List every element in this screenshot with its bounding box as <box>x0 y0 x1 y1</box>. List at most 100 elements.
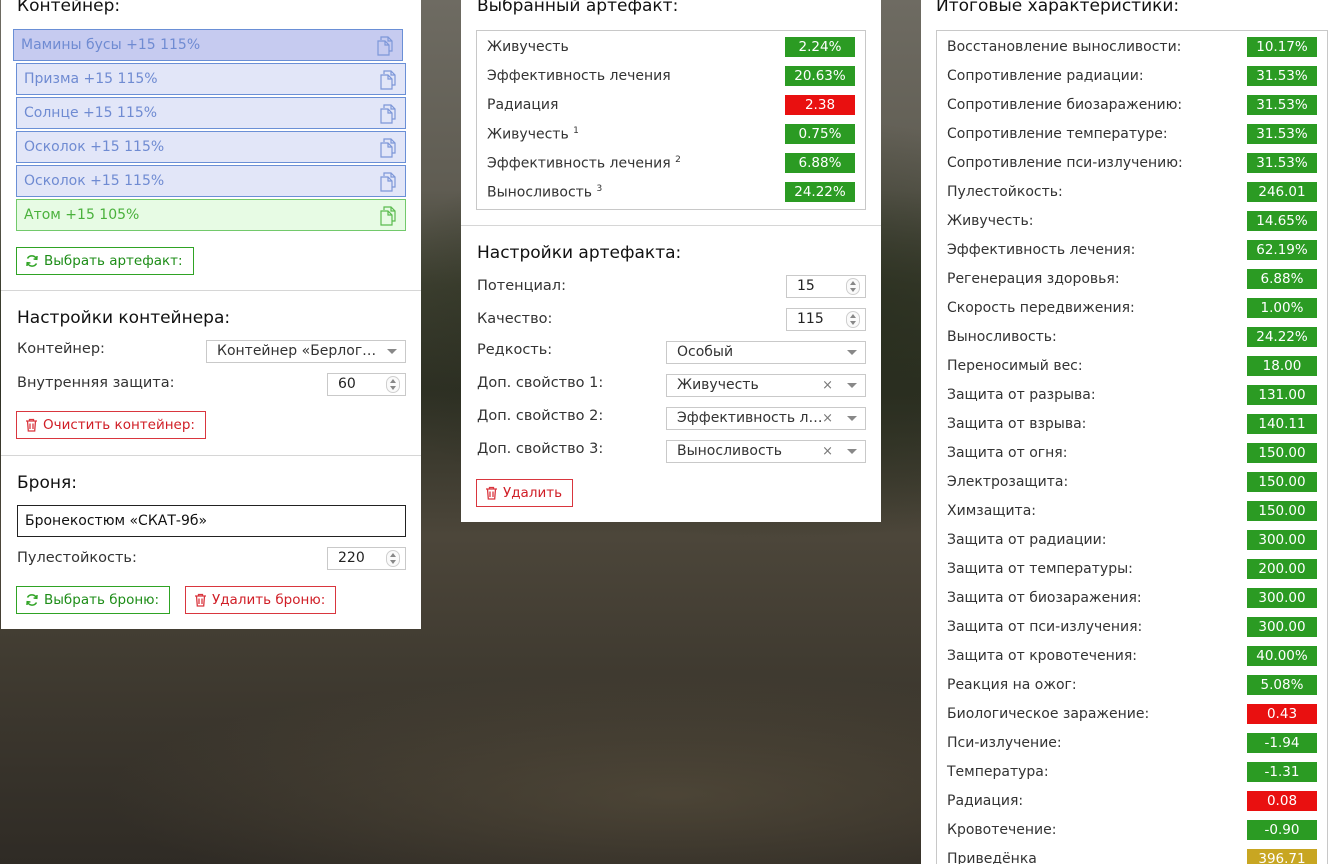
total-stat-label: Сопротивление радиации: <box>947 68 1144 84</box>
total-stat-value: 40.00% <box>1247 646 1317 666</box>
total-stat-row: Защита от огня: 150.00 <box>937 439 1327 468</box>
total-stat-row: Защита от кровотечения: 40.00% <box>937 642 1327 671</box>
extra-prop-3-select[interactable]: Выносливость × <box>666 440 866 463</box>
artifact-slot[interactable]: Солнце +15 115% <box>16 97 406 129</box>
artifact-prop-label: Живучесть 1 <box>487 126 579 143</box>
copy-icon[interactable] <box>379 172 397 192</box>
extra-prop-1-value: Живучесть <box>677 377 759 393</box>
total-stat-label: Электрозащита: <box>947 474 1069 490</box>
total-stat-value: 150.00 <box>1247 443 1317 463</box>
total-stat-value: 31.53% <box>1247 153 1317 173</box>
rarity-select[interactable]: Особый <box>666 341 866 364</box>
total-stat-value: -0.90 <box>1247 820 1317 840</box>
armor-title: Броня: <box>17 473 77 493</box>
total-stat-row: Приведёнка 396.71 <box>937 845 1327 864</box>
choose-armor-button[interactable]: Выбрать броню: <box>16 586 171 614</box>
armor-name-field[interactable]: Бронекостюм «СКАТ-9б» <box>17 505 406 537</box>
bulletproof-input[interactable]: 220 <box>327 547 406 570</box>
artifact-prop-name: Эффективность лечения <box>487 155 671 172</box>
divider <box>461 225 881 226</box>
chevron-down-icon <box>847 449 857 454</box>
total-stat-row: Пси-излучение: -1.94 <box>937 729 1327 758</box>
delete-artifact-button[interactable]: Удалить <box>476 479 574 507</box>
total-stat-row: Защита от температуры: 200.00 <box>937 555 1327 584</box>
total-stat-row: Радиация: 0.08 <box>937 787 1327 816</box>
copy-icon[interactable] <box>376 36 394 56</box>
total-stat-row: Температура: -1.31 <box>937 758 1327 787</box>
quality-label: Качество: <box>477 311 553 327</box>
artifact-prop-row: Эффективность лечения 20.63% <box>477 62 865 91</box>
total-stat-row: Регенерация здоровья: 6.88% <box>937 265 1327 294</box>
total-stat-value: 31.53% <box>1247 95 1317 115</box>
artifact-prop-row: Живучесть 1 0.75% <box>477 120 865 149</box>
total-stat-label: Защита от разрыва: <box>947 387 1096 403</box>
total-stat-value: 300.00 <box>1247 617 1317 637</box>
quality-input[interactable]: 115 <box>786 308 866 331</box>
artifact-slot[interactable]: Мамины бусы +15 115% <box>13 29 403 61</box>
total-stat-label: Приведёнка <box>947 851 1037 864</box>
total-stat-value: 0.43 <box>1247 704 1317 724</box>
total-stat-value: 18.00 <box>1247 356 1317 376</box>
copy-icon[interactable] <box>379 138 397 158</box>
copy-icon[interactable] <box>379 206 397 226</box>
total-stat-label: Эффективность лечения: <box>947 242 1136 258</box>
artifact-slot[interactable]: Атом +15 105% <box>16 199 406 231</box>
total-stat-value: 140.11 <box>1247 414 1317 434</box>
clear-icon[interactable]: × <box>822 375 833 396</box>
artifact-prop-label: Эффективность лечения <box>487 68 671 84</box>
artifact-slot[interactable]: Осколок +15 115% <box>16 165 406 197</box>
extra-prop-3-value: Выносливость <box>677 443 783 459</box>
artifact-prop-name: Живучесть <box>487 39 569 55</box>
artifact-prop-name: Эффективность лечения <box>487 68 671 84</box>
artifact-prop-value: 0.75% <box>785 124 855 144</box>
extra-prop-2-select[interactable]: Эффективность лечения × <box>666 407 866 430</box>
artifact-prop-value: 2.38 <box>785 95 855 115</box>
total-stat-value: 246.01 <box>1247 182 1317 202</box>
total-stat-value: 24.22% <box>1247 327 1317 347</box>
spinner-icon[interactable] <box>386 376 400 393</box>
total-stat-row: Биологическое заражение: 0.43 <box>937 700 1327 729</box>
inner-protection-input[interactable]: 60 <box>327 373 406 396</box>
artifact-prop-row: Радиация 2.38 <box>477 91 865 120</box>
spinner-icon[interactable] <box>386 550 400 567</box>
total-stat-label: Защита от биозаражения: <box>947 590 1142 606</box>
rarity-select-value: Особый <box>677 344 734 360</box>
total-stat-label: Реакция на ожог: <box>947 677 1077 693</box>
choose-armor-label: Выбрать броню: <box>44 592 160 608</box>
container-title: Контейнер: <box>17 0 121 16</box>
total-stat-row: Переносимый вес: 18.00 <box>937 352 1327 381</box>
artifact-prop-value: 6.88% <box>785 153 855 173</box>
total-stat-value: 14.65% <box>1247 211 1317 231</box>
copy-icon[interactable] <box>379 104 397 124</box>
total-stat-label: Защита от радиации: <box>947 532 1107 548</box>
choose-artifact-button[interactable]: Выбрать артефакт: <box>16 247 194 275</box>
artifact-prop-name: Живучесть <box>487 126 569 143</box>
total-stat-label: Живучесть: <box>947 213 1034 229</box>
total-stat-value: 396.71 <box>1247 849 1317 864</box>
total-stat-label: Радиация: <box>947 793 1024 809</box>
spinner-icon[interactable] <box>846 278 860 295</box>
total-stat-row: Скорость передвижения: 1.00% <box>937 294 1327 323</box>
artifact-prop-value: 20.63% <box>785 66 855 86</box>
total-stat-row: Химзащита: 150.00 <box>937 497 1327 526</box>
potential-input[interactable]: 15 <box>786 275 866 298</box>
container-select[interactable]: Контейнер «Берлога-6» <box>206 340 406 363</box>
total-stat-label: Скорость передвижения: <box>947 300 1135 316</box>
copy-icon[interactable] <box>379 70 397 90</box>
clear-icon[interactable]: × <box>822 408 833 429</box>
artifact-slot[interactable]: Осколок +15 115% <box>16 131 406 163</box>
extra-prop-1-select[interactable]: Живучесть × <box>666 374 866 397</box>
spinner-icon[interactable] <box>846 311 860 328</box>
total-stat-row: Защита от разрыва: 131.00 <box>937 381 1327 410</box>
artifact-prop-label: Живучесть <box>487 39 569 55</box>
total-stat-row: Кровотечение: -0.90 <box>937 816 1327 845</box>
artifact-slot-label: Осколок +15 115% <box>24 139 165 155</box>
total-stat-row: Защита от пси-излучения: 300.00 <box>937 613 1327 642</box>
remove-armor-button[interactable]: Удалить броню: <box>185 586 337 614</box>
container-settings-title: Настройки контейнера: <box>17 308 231 328</box>
clear-container-button[interactable]: Очистить контейнер: <box>16 411 206 439</box>
total-stat-label: Пси-излучение: <box>947 735 1062 751</box>
total-stat-row: Сопротивление биозаражению: 31.53% <box>937 91 1327 120</box>
clear-icon[interactable]: × <box>822 441 833 462</box>
artifact-slot[interactable]: Призма +15 115% <box>16 63 406 95</box>
